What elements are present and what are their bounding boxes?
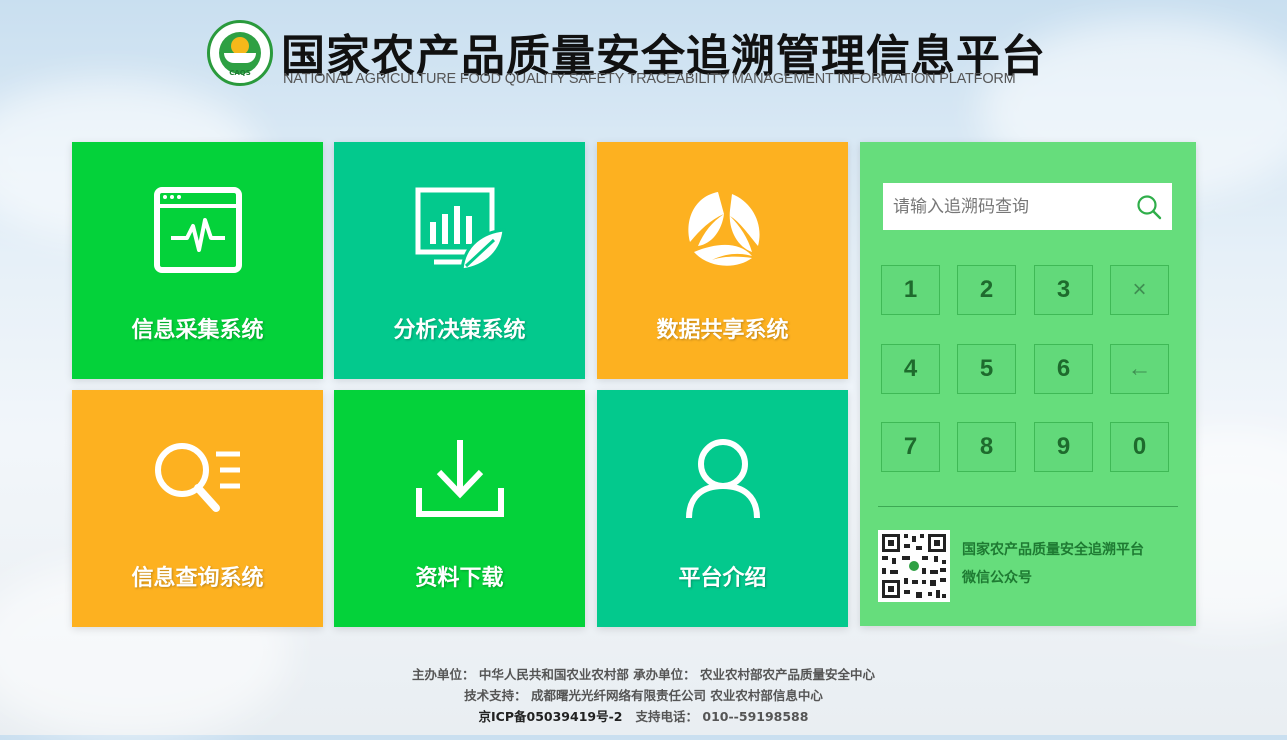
wechat-caption: 国家农产品质量安全追溯平台 微信公众号 <box>962 536 1144 592</box>
keypad-key-9[interactable]: 9 <box>1034 422 1093 472</box>
caqs-logo: CAQS <box>207 20 273 86</box>
footer-tech-support: 技术支持： 成都曙光光纤网络有限责任公司 农业农村部信息中心 <box>464 688 823 703</box>
tile-label: 信息查询系统 <box>131 566 264 591</box>
site-header: CAQS 国家农产品质量安全追溯管理信息平台 NATIONAL AGRICULT… <box>207 16 1067 88</box>
trace-query-panel: 1 2 3 × 4 5 6 ← 7 8 9 0 <box>860 142 1196 626</box>
tile-label: 资料下载 <box>415 566 504 591</box>
user-icon <box>685 439 760 519</box>
keypad-key-2[interactable]: 2 <box>957 265 1016 315</box>
tile-platform-intro[interactable]: 平台介绍 <box>597 390 848 627</box>
search-list-icon <box>154 443 240 512</box>
wechat-line1: 国家农产品质量安全追溯平台 <box>962 542 1144 558</box>
keypad-key-0[interactable]: 0 <box>1110 422 1169 472</box>
trace-code-input[interactable] <box>893 183 1133 230</box>
tile-analysis-decision[interactable]: 分析决策系统 <box>334 142 585 379</box>
search-box <box>883 183 1172 230</box>
tile-label: 数据共享系统 <box>656 318 789 343</box>
footer-icp-line: 京ICP备05039419号-2 支持电话： 010--59198588 <box>0 706 1287 727</box>
tile-label: 分析决策系统 <box>393 318 526 343</box>
keypad-key-5[interactable]: 5 <box>957 344 1016 394</box>
icp-link[interactable]: 京ICP备05039419号-2 <box>479 709 623 724</box>
keypad-key-6[interactable]: 6 <box>1034 344 1093 394</box>
tile-info-collection[interactable]: 信息采集系统 <box>72 142 323 379</box>
panel-divider <box>878 506 1178 507</box>
logo-text: CAQS <box>229 69 251 77</box>
footer-sponsor: 主办单位： 中华人民共和国农业农村部 承办单位： 农业农村部农产品质量安全中心 <box>411 667 876 682</box>
tile-data-sharing[interactable]: 数据共享系统 <box>597 142 848 379</box>
clear-key[interactable]: × <box>1110 265 1169 315</box>
site-subtitle: NATIONAL AGRICULTURE FOOD QUALITY SAFETY… <box>283 71 1016 87</box>
search-icon[interactable] <box>1136 194 1162 224</box>
recycle-leaves-icon <box>687 192 760 266</box>
tile-label: 信息采集系统 <box>131 318 264 343</box>
support-phone: 支持电话： 010--59198588 <box>635 709 809 724</box>
download-icon <box>415 440 504 517</box>
keypad-key-8[interactable]: 8 <box>957 422 1016 472</box>
chart-leaf-icon <box>415 187 506 272</box>
tile-label: 平台介绍 <box>678 566 767 591</box>
backspace-key[interactable]: ← <box>1110 344 1169 394</box>
keypad-key-1[interactable]: 1 <box>881 265 940 315</box>
tile-info-query[interactable]: 信息查询系统 <box>72 390 323 627</box>
site-footer: 主办单位： 中华人民共和国农业农村部 承办单位： 农业农村部农产品质量安全中心 … <box>0 664 1287 727</box>
keypad-key-3[interactable]: 3 <box>1034 265 1093 315</box>
keypad-key-7[interactable]: 7 <box>881 422 940 472</box>
monitor-pulse-icon <box>153 187 242 273</box>
wechat-qr-code <box>878 530 950 602</box>
keypad-key-4[interactable]: 4 <box>881 344 940 394</box>
tile-downloads[interactable]: 资料下载 <box>334 390 585 627</box>
wechat-line2: 微信公众号 <box>962 570 1032 586</box>
